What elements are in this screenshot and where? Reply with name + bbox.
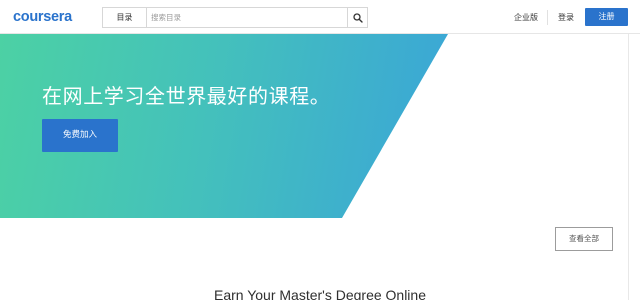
hero-title: 在网上学习全世界最好的课程。 [42, 84, 331, 108]
catalog-button[interactable]: 目录 [102, 7, 146, 28]
search-button[interactable] [347, 7, 368, 28]
view-all-button[interactable]: 查看全部 [555, 227, 613, 251]
section-heading: Earn Your Master's Degree Online [213, 287, 426, 300]
enterprise-link[interactable]: 企业版 [514, 12, 538, 23]
login-link[interactable]: 登录 [558, 12, 574, 23]
search-input[interactable]: 搜索目录 [146, 7, 348, 28]
nav-divider [547, 10, 548, 25]
top-nav-bar: coursera 目录 搜索目录 企业版 登录 注册 [0, 0, 640, 34]
logo-text: coursera [13, 9, 72, 25]
signup-button[interactable]: 注册 [585, 8, 628, 26]
right-column-divider [628, 34, 640, 300]
coursera-logo[interactable]: coursera [13, 9, 72, 25]
join-free-button[interactable]: 免费加入 [42, 119, 118, 152]
search-icon [353, 13, 363, 23]
